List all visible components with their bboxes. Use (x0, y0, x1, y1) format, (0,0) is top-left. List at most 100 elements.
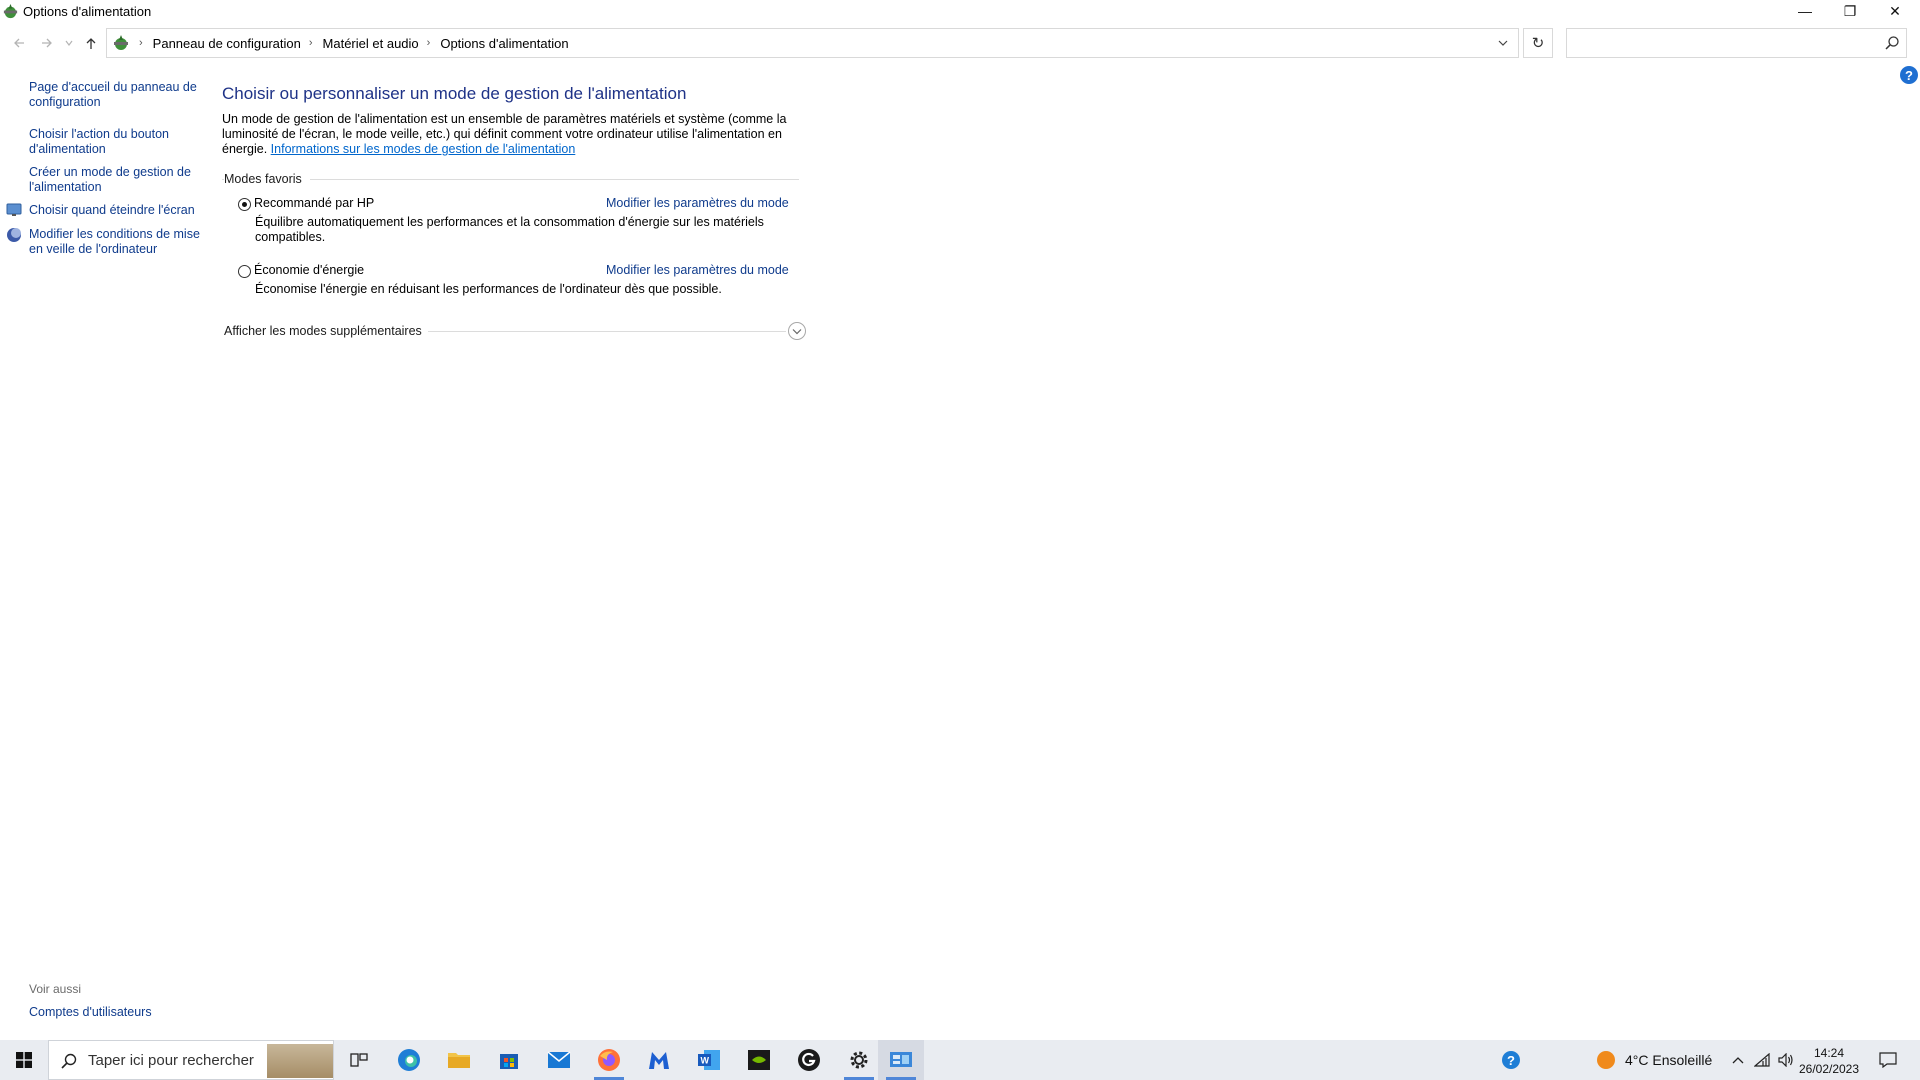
svg-text:W: W (701, 1056, 710, 1066)
plan-radio-power-saver[interactable] (238, 265, 251, 278)
g-app-icon (798, 1049, 820, 1071)
wifi-icon (1754, 1053, 1770, 1067)
breadcrumb-item[interactable]: Matériel et audio (323, 36, 419, 51)
task-pane: Page d'accueil du panneau de configurati… (0, 66, 205, 1019)
word-icon: W (698, 1050, 720, 1070)
taskbar-app-malwarebytes[interactable] (636, 1040, 682, 1080)
network-button[interactable] (1750, 1040, 1774, 1080)
speaker-icon (1778, 1053, 1793, 1067)
edit-plan-settings-link[interactable]: Modifier les paramètres du mode (606, 196, 789, 210)
clock[interactable]: 14:24 26/02/2023 (1794, 1045, 1864, 1077)
taskbar-app-mail[interactable] (536, 1040, 582, 1080)
refresh-button[interactable]: ↻ (1523, 28, 1553, 58)
svg-text:?: ? (1507, 1053, 1515, 1068)
sleep-moon-icon (7, 228, 21, 242)
weather-text[interactable]: 4°C Ensoleillé (1625, 1052, 1712, 1068)
show-more-plans-row[interactable]: Afficher les modes supplémentaires (224, 321, 807, 343)
favorites-group-header: Modes favoris (224, 172, 799, 188)
gear-icon (850, 1051, 868, 1069)
close-icon: ✕ (1889, 2, 1901, 19)
sidebar-link-control-panel-home[interactable]: Page d'accueil du panneau de configurati… (29, 80, 201, 110)
notification-icon (1879, 1052, 1897, 1068)
firefox-icon (598, 1049, 620, 1071)
minimize-button[interactable]: — (1782, 0, 1828, 22)
power-options-icon (114, 35, 128, 50)
show-more-plans-label[interactable]: Afficher les modes supplémentaires (224, 324, 428, 338)
breadcrumb: › Panneau de configuration › Matériel et… (131, 29, 569, 57)
taskbar-search-box[interactable]: Taper ici pour rechercher (48, 1040, 334, 1080)
chevron-down-icon (792, 328, 802, 334)
arrow-up-icon (86, 38, 96, 49)
search-highlight-image (267, 1044, 333, 1078)
control-panel-icon (890, 1052, 912, 1067)
windows-logo-icon (15, 1052, 32, 1068)
taskbar-app-edge[interactable] (386, 1040, 432, 1080)
weather-button[interactable] (1594, 1040, 1618, 1080)
plan-name[interactable]: Économie d'énergie (254, 263, 364, 277)
intro-text: Un mode de gestion de l'alimentation est… (222, 112, 792, 157)
taskbar-search-placeholder: Taper ici pour rechercher (88, 1052, 254, 1069)
more-plans-divider (384, 331, 786, 332)
recent-locations-button[interactable] (62, 32, 76, 54)
sidebar-link-create-plan[interactable]: Créer un mode de gestion de l'alimentati… (29, 165, 201, 195)
maximize-button[interactable]: ❐ (1827, 0, 1873, 22)
breadcrumb-item[interactable]: Options d'alimentation (440, 36, 568, 51)
taskbar: Taper ici pour rechercher W ? 4°C Ensole… (0, 1040, 1920, 1080)
title-bar: Options d'alimentation — ❐ ✕ (0, 0, 1920, 24)
clock-date: 26/02/2023 (1798, 1062, 1860, 1076)
search-input[interactable] (1566, 28, 1907, 58)
page-title: Choisir ou personnaliser un mode de gest… (222, 84, 687, 103)
sun-icon (1597, 1051, 1615, 1069)
taskbar-app-settings[interactable] (836, 1040, 882, 1080)
sidebar-link-sleep-settings[interactable]: Modifier les conditions de mise en veill… (29, 227, 201, 257)
expand-button[interactable] (788, 322, 806, 340)
store-icon (500, 1054, 518, 1069)
help-icon[interactable]: ? (1900, 66, 1918, 84)
refresh-icon: ↻ (1531, 35, 1545, 52)
back-button[interactable] (8, 32, 30, 54)
address-bar[interactable]: › Panneau de configuration › Matériel et… (106, 28, 1519, 58)
clock-time: 14:24 (1813, 1046, 1845, 1060)
taskbar-app-word[interactable]: W (686, 1040, 732, 1080)
close-button[interactable]: ✕ (1872, 0, 1918, 22)
forward-button[interactable] (36, 32, 58, 54)
task-view-button[interactable] (336, 1040, 382, 1080)
mail-icon (547, 1051, 571, 1068)
sidebar-link-display-off[interactable]: Choisir quand éteindre l'écran (29, 203, 201, 218)
folder-icon (448, 1053, 470, 1068)
edit-plan-settings-link[interactable]: Modifier les paramètres du mode (606, 263, 789, 277)
window-title: Options d'alimentation (23, 4, 152, 19)
tray-overflow-button[interactable] (1726, 1040, 1750, 1080)
malwarebytes-icon (649, 1052, 669, 1069)
taskbar-app-nvidia[interactable] (736, 1040, 782, 1080)
start-button[interactable] (0, 1040, 47, 1080)
plan-name[interactable]: Recommandé par HP (254, 196, 374, 210)
minimize-icon: — (1798, 3, 1812, 19)
taskbar-app-g[interactable] (786, 1040, 832, 1080)
see-also-link-user-accounts[interactable]: Comptes d'utilisateurs (29, 1005, 152, 1019)
help-circle-icon: ? (1502, 1051, 1520, 1069)
taskbar-app-control-panel[interactable] (878, 1040, 924, 1080)
search-icon (1885, 36, 1899, 50)
action-center-button[interactable] (1870, 1040, 1906, 1080)
taskbar-app-store[interactable] (486, 1040, 532, 1080)
sidebar-link-power-button-action[interactable]: Choisir l'action du bouton d'alimentatio… (29, 127, 201, 157)
taskbar-app-file-explorer[interactable] (436, 1040, 482, 1080)
breadcrumb-item[interactable]: Panneau de configuration (153, 36, 301, 51)
edge-icon (398, 1049, 420, 1071)
breadcrumb-separator-icon[interactable]: › (139, 37, 143, 49)
search-icon (61, 1053, 77, 1069)
plan-radio-hp-recommended[interactable] (238, 198, 251, 211)
arrow-left-icon (14, 38, 24, 48)
address-dropdown-button[interactable] (1488, 29, 1518, 57)
tray-help-button[interactable]: ? (1496, 1040, 1526, 1080)
up-button[interactable] (80, 32, 102, 54)
monitor-icon (6, 203, 22, 216)
breadcrumb-separator-icon[interactable]: › (309, 37, 313, 49)
breadcrumb-separator-icon[interactable]: › (427, 37, 431, 49)
power-options-icon (3, 3, 18, 19)
taskbar-app-firefox[interactable] (586, 1040, 632, 1080)
see-also-label: Voir aussi (29, 982, 82, 996)
power-plans-info-link[interactable]: Informations sur les modes de gestion de… (271, 142, 576, 156)
arrow-right-icon (42, 38, 52, 48)
